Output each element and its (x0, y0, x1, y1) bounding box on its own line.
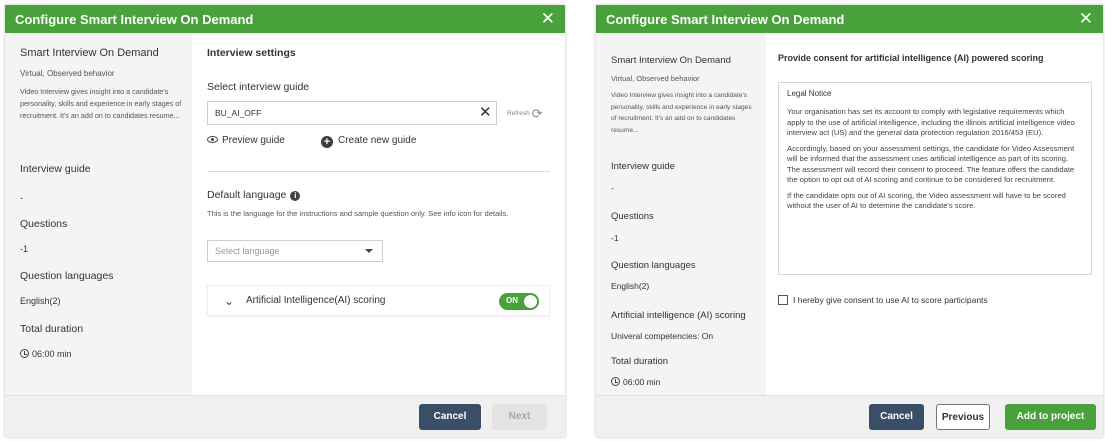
assessment-subtitle: Virtual, Observed behavior (611, 74, 700, 83)
language-select[interactable]: Select language (207, 240, 383, 262)
create-new-guide-label: Create new guide (338, 135, 417, 146)
dialog-footer: Cancel Next (5, 395, 565, 437)
consent-checkbox-row[interactable]: I hereby give consent to use AI to score… (778, 295, 988, 305)
interview-guide-input[interactable]: BU_AI_OFF (207, 101, 497, 125)
ai-scoring-accordion[interactable]: ⌄ Artificial Intelligence(AI) scoring ON (207, 285, 550, 316)
preview-guide-label: Preview guide (222, 135, 285, 146)
guide-select-label: Select interview guide (207, 81, 310, 93)
default-language-text: Default language (207, 189, 287, 201)
assessment-description: Video Interview gives insight into a can… (611, 92, 752, 134)
assessment-name: Smart Interview On Demand (611, 55, 731, 66)
interview-guide-value: - (20, 193, 23, 203)
cancel-button[interactable]: Cancel (869, 404, 924, 430)
questions-value: -1 (20, 244, 29, 254)
refresh-icon: ⟳ (531, 106, 543, 121)
dialog-titlebar: Configure Smart Interview On Demand ✕ (596, 5, 1103, 33)
create-new-guide-link[interactable]: + Create new guide (321, 135, 416, 148)
configure-dialog-settings: Configure Smart Interview On Demand ✕ Sm… (5, 5, 565, 437)
consent-checkbox-label: I hereby give consent to use AI to score… (793, 295, 988, 305)
close-icon[interactable]: ✕ (541, 10, 555, 27)
total-duration-value: 06:00 min (623, 377, 661, 387)
refresh-label: Refresh (507, 110, 530, 117)
consent-checkbox[interactable] (778, 295, 788, 305)
clock-icon (20, 349, 29, 358)
dialog-footer: Cancel Previous Add to project (596, 395, 1103, 437)
language-help-text: This is the language for the instruction… (207, 209, 509, 218)
dialog-title: Configure Smart Interview On Demand (15, 12, 254, 27)
legal-notice-box: Legal Notice Your organisation has set i… (778, 82, 1092, 275)
consent-panel: Provide consent for artificial intellige… (766, 33, 1103, 395)
question-languages-value: English(2) (20, 296, 61, 306)
previous-button[interactable]: Previous (936, 404, 990, 430)
toggle-knob (524, 295, 537, 308)
clear-icon[interactable]: ✕ (479, 105, 492, 120)
info-icon[interactable]: i (290, 191, 301, 201)
total-duration-value: 06:00 min (32, 349, 72, 359)
ai-scoring-label: Artificial Intelligence(AI) scoring (246, 295, 386, 306)
configure-dialog-consent: Configure Smart Interview On Demand ✕ Sm… (596, 5, 1103, 437)
total-duration-label: Total duration (611, 356, 669, 367)
add-to-project-button[interactable]: Add to project (1005, 404, 1096, 430)
next-button[interactable]: Next (492, 404, 547, 430)
legal-notice-title: Legal Notice (787, 89, 832, 98)
section-divider (207, 171, 550, 172)
interview-guide-value: - (611, 183, 614, 193)
section-title: Interview settings (207, 47, 296, 59)
legal-notice-paragraph: Your organisation has set its account to… (787, 107, 1075, 137)
caret-down-icon (365, 249, 373, 253)
chevron-down-icon[interactable]: ⌄ (224, 294, 234, 308)
questions-label: Questions (611, 211, 654, 222)
dialog-titlebar: Configure Smart Interview On Demand ✕ (5, 5, 565, 33)
ai-scoring-toggle[interactable]: ON (499, 293, 539, 310)
interview-guide-label: Interview guide (611, 161, 675, 172)
assessment-subtitle: Virtual, Observed behavior (20, 69, 115, 78)
dialog-title: Configure Smart Interview On Demand (606, 12, 845, 27)
ai-scoring-sidebar-value: Univeral competencies: On (611, 331, 714, 341)
questions-label: Questions (20, 218, 68, 230)
total-duration-label: Total duration (20, 323, 84, 335)
total-duration: 06:00 min (611, 377, 660, 387)
assessment-name: Smart Interview On Demand (20, 47, 159, 59)
questions-value: -1 (611, 233, 619, 243)
close-icon[interactable]: ✕ (1079, 10, 1093, 27)
assessment-description: Video Interview gives insight into a can… (20, 87, 182, 120)
refresh-button[interactable]: Refresh ⟳ (507, 106, 543, 122)
clock-icon (611, 377, 620, 386)
question-languages-label: Question languages (20, 270, 114, 282)
summary-sidebar: Smart Interview On Demand Virtual, Obser… (5, 33, 192, 395)
eye-icon (207, 136, 218, 143)
language-select-placeholder: Select language (215, 246, 280, 256)
interview-guide-label: Interview guide (20, 163, 91, 175)
cancel-button[interactable]: Cancel (419, 404, 481, 430)
toggle-state-label: ON (506, 296, 518, 305)
legal-notice-paragraph: Accordingly, based on your assessment se… (787, 143, 1075, 185)
consent-title: Provide consent for artificial intellige… (778, 53, 1044, 63)
default-language-label: Default language i (207, 189, 301, 201)
preview-guide-link[interactable]: Preview guide (207, 135, 285, 146)
legal-notice-paragraph: If the candidate opts out of AI scoring,… (787, 190, 1066, 211)
total-duration: 06:00 min (20, 349, 72, 359)
ai-scoring-sidebar-label: Artificial intelligence (AI) scoring (611, 310, 746, 321)
question-languages-label: Question languages (611, 260, 696, 271)
question-languages-value: English(2) (611, 281, 650, 291)
summary-sidebar: Smart Interview On Demand Virtual, Obser… (596, 33, 766, 395)
settings-panel: Interview settings Select interview guid… (192, 33, 565, 395)
plus-circle-icon: + (321, 136, 333, 148)
